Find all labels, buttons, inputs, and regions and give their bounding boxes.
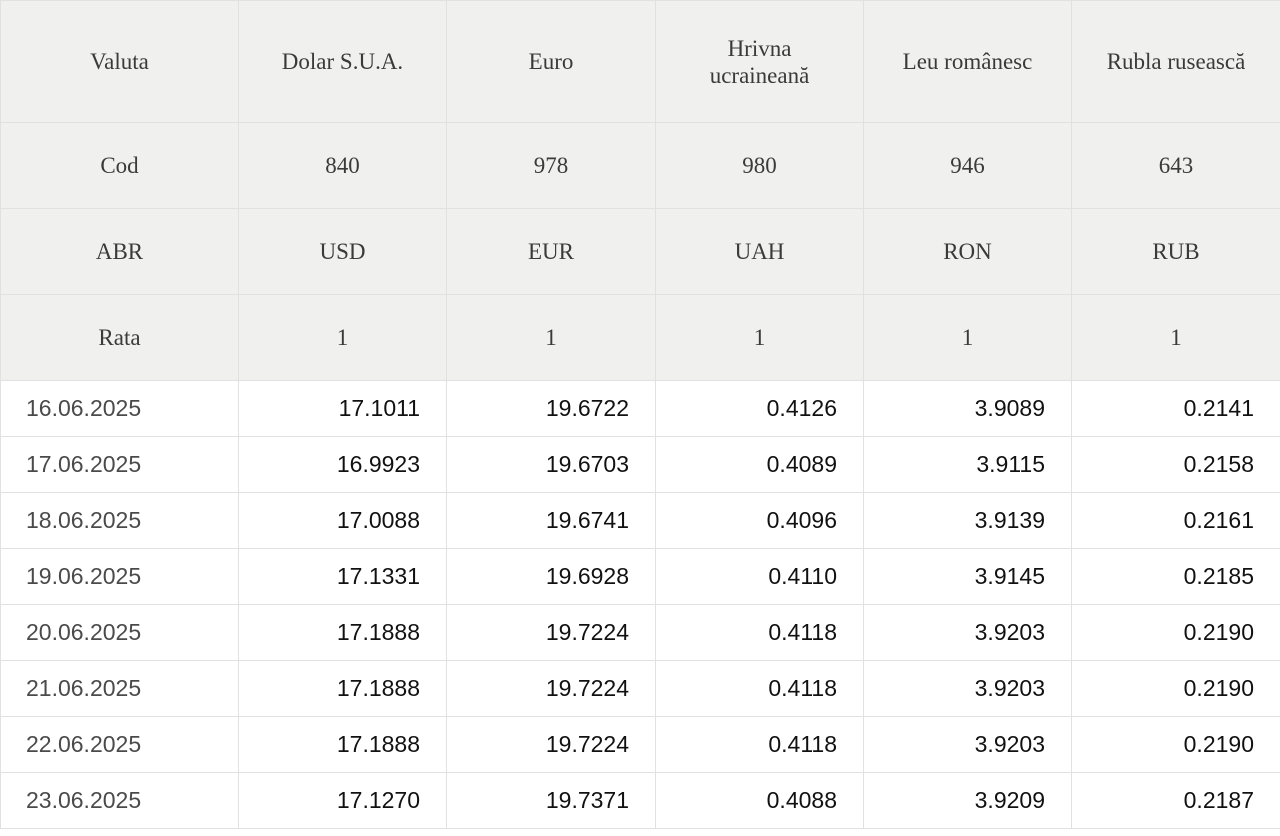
table-row: 20.06.2025 17.1888 19.7224 0.4118 3.9203… <box>0 604 1280 661</box>
rate-rub: 0.2161 <box>1071 492 1280 549</box>
table-row: 16.06.2025 17.1011 19.6722 0.4126 3.9089… <box>0 380 1280 437</box>
currency-rate-ron: 1 <box>863 294 1072 381</box>
row-date: 20.06.2025 <box>0 604 239 661</box>
currency-abbr-usd: USD <box>238 208 447 295</box>
rate-usd: 17.1270 <box>238 772 447 829</box>
rate-eur: 19.6722 <box>446 380 656 437</box>
table-row: 17.06.2025 16.9923 19.6703 0.4089 3.9115… <box>0 436 1280 493</box>
currency-rate-eur: 1 <box>446 294 656 381</box>
rate-eur: 19.7371 <box>446 772 656 829</box>
rate-uah: 0.4089 <box>655 436 864 493</box>
row-date: 23.06.2025 <box>0 772 239 829</box>
row-date: 21.06.2025 <box>0 660 239 717</box>
rate-ron: 3.9209 <box>863 772 1072 829</box>
row-date: 17.06.2025 <box>0 436 239 493</box>
rate-eur: 19.6928 <box>446 548 656 605</box>
currency-code-eur: 978 <box>446 122 656 209</box>
rate-uah: 0.4110 <box>655 548 864 605</box>
rate-ron: 3.9203 <box>863 660 1072 717</box>
rate-uah: 0.4088 <box>655 772 864 829</box>
table-row: 19.06.2025 17.1331 19.6928 0.4110 3.9145… <box>0 548 1280 605</box>
currency-abbr-uah: UAH <box>655 208 864 295</box>
currency-abbr-eur: EUR <box>446 208 656 295</box>
rate-eur: 19.6703 <box>446 436 656 493</box>
header-row-rata: Rata 1 1 1 1 1 <box>0 294 1280 381</box>
row-date: 19.06.2025 <box>0 548 239 605</box>
currency-rate-usd: 1 <box>238 294 447 381</box>
header-label-cod: Cod <box>0 122 239 209</box>
currency-name-usd: Dolar S.U.A. <box>238 0 447 123</box>
rate-uah: 0.4118 <box>655 716 864 773</box>
rate-usd: 17.1888 <box>238 660 447 717</box>
table-row: 22.06.2025 17.1888 19.7224 0.4118 3.9203… <box>0 716 1280 773</box>
header-label-abr: ABR <box>0 208 239 295</box>
currency-name-ron: Leu românesc <box>863 0 1072 123</box>
rate-rub: 0.2190 <box>1071 660 1280 717</box>
rate-ron: 3.9145 <box>863 548 1072 605</box>
row-date: 16.06.2025 <box>0 380 239 437</box>
row-date: 18.06.2025 <box>0 492 239 549</box>
currency-name-uah: Hrivna ucraineană <box>655 0 864 123</box>
rate-eur: 19.7224 <box>446 716 656 773</box>
rate-rub: 0.2158 <box>1071 436 1280 493</box>
currency-code-ron: 946 <box>863 122 1072 209</box>
rate-rub: 0.2187 <box>1071 772 1280 829</box>
rate-ron: 3.9203 <box>863 604 1072 661</box>
rate-usd: 17.1011 <box>238 380 447 437</box>
rate-ron: 3.9089 <box>863 380 1072 437</box>
table-row: 21.06.2025 17.1888 19.7224 0.4118 3.9203… <box>0 660 1280 717</box>
exchange-rates-table: Valuta Dolar S.U.A. Euro Hrivna ucrainea… <box>0 0 1280 829</box>
rate-usd: 17.1888 <box>238 716 447 773</box>
rate-usd: 17.1888 <box>238 604 447 661</box>
rate-usd: 17.0088 <box>238 492 447 549</box>
rate-rub: 0.2190 <box>1071 604 1280 661</box>
header-row-cod: Cod 840 978 980 946 643 <box>0 122 1280 209</box>
rate-usd: 17.1331 <box>238 548 447 605</box>
currency-abbr-ron: RON <box>863 208 1072 295</box>
header-label-rata: Rata <box>0 294 239 381</box>
currency-code-usd: 840 <box>238 122 447 209</box>
table-row: 23.06.2025 17.1270 19.7371 0.4088 3.9209… <box>0 772 1280 829</box>
currency-rate-rub: 1 <box>1071 294 1280 381</box>
rate-ron: 3.9203 <box>863 716 1072 773</box>
rate-uah: 0.4096 <box>655 492 864 549</box>
rate-uah: 0.4118 <box>655 660 864 717</box>
rate-uah: 0.4118 <box>655 604 864 661</box>
currency-code-rub: 643 <box>1071 122 1280 209</box>
currency-name-eur: Euro <box>446 0 656 123</box>
rate-rub: 0.2141 <box>1071 380 1280 437</box>
rate-ron: 3.9139 <box>863 492 1072 549</box>
table-header: Valuta Dolar S.U.A. Euro Hrivna ucrainea… <box>0 0 1280 381</box>
currency-rate-uah: 1 <box>655 294 864 381</box>
table-row: 18.06.2025 17.0088 19.6741 0.4096 3.9139… <box>0 492 1280 549</box>
table-body: 16.06.2025 17.1011 19.6722 0.4126 3.9089… <box>0 380 1280 829</box>
row-date: 22.06.2025 <box>0 716 239 773</box>
rate-eur: 19.7224 <box>446 660 656 717</box>
rate-eur: 19.6741 <box>446 492 656 549</box>
rate-uah: 0.4126 <box>655 380 864 437</box>
currency-abbr-rub: RUB <box>1071 208 1280 295</box>
header-label-valuta: Valuta <box>0 0 239 123</box>
rate-usd: 16.9923 <box>238 436 447 493</box>
rate-rub: 0.2190 <box>1071 716 1280 773</box>
currency-name-rub: Rubla rusească <box>1071 0 1280 123</box>
header-row-valuta: Valuta Dolar S.U.A. Euro Hrivna ucrainea… <box>0 0 1280 123</box>
rate-rub: 0.2185 <box>1071 548 1280 605</box>
header-row-abr: ABR USD EUR UAH RON RUB <box>0 208 1280 295</box>
rate-ron: 3.9115 <box>863 436 1072 493</box>
rate-eur: 19.7224 <box>446 604 656 661</box>
currency-code-uah: 980 <box>655 122 864 209</box>
